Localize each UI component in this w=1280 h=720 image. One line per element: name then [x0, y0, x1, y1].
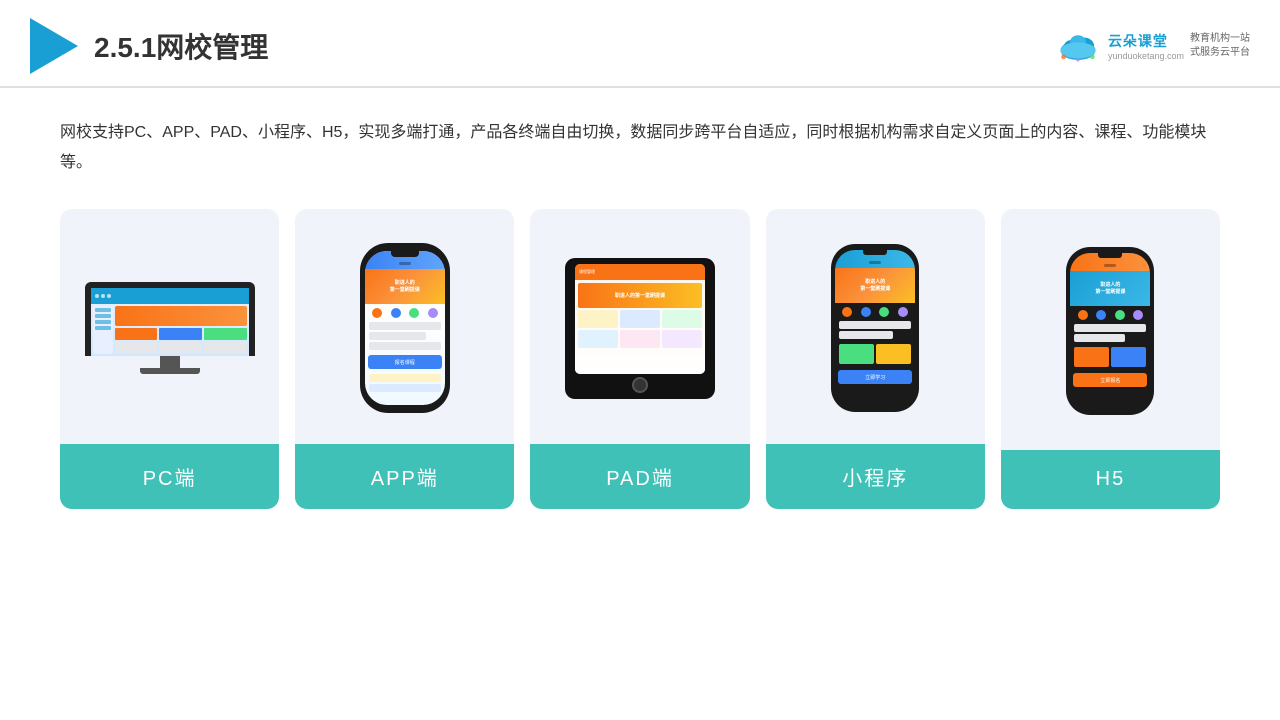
miniapp-list: [835, 319, 915, 341]
header-right: 云朵课堂 yunduoketang.com 教育机构一站 式服务云平台: [1054, 28, 1250, 64]
app-card: 职进人的第一堂刷提课: [295, 209, 514, 509]
miniapp-card-2: [876, 344, 911, 364]
description-text: 网校支持PC、APP、PAD、小程序、H5，实现多端打通，产品各终端自由切换，数…: [60, 118, 1220, 179]
phone-screen: 职进人的第一堂刷提课: [365, 251, 445, 405]
pc-stand: [160, 356, 180, 368]
play-icon: [30, 18, 78, 74]
page-title: 2.5.1网校管理: [94, 26, 268, 66]
miniapp-notch: [863, 250, 887, 255]
pad-banner: 职进人的第一堂刷提课: [578, 283, 702, 308]
h5-notch: [1098, 253, 1122, 258]
pc-main: [115, 306, 247, 354]
h5-icons: [1070, 306, 1150, 322]
phone-notch: [391, 251, 419, 257]
pad-cards: [578, 310, 702, 328]
phone-list: [365, 320, 445, 352]
miniapp-label: 小程序: [766, 444, 985, 509]
miniapp-card: 职进人的第一堂刷提课: [766, 209, 985, 509]
main-content: 网校支持PC、APP、PAD、小程序、H5，实现多端打通，产品各终端自由切换，数…: [0, 88, 1280, 529]
device-cards: PC端 职进人的第一堂刷提课: [60, 209, 1220, 509]
h5-card: 职进人的第一堂刷提课: [1001, 209, 1220, 509]
logo-url: yunduoketang.com: [1108, 51, 1184, 61]
h5-preview: 职进人的第一堂刷提课: [1001, 209, 1220, 450]
h5-card-1: [1074, 347, 1109, 367]
pc-dot-1: [95, 294, 99, 298]
cloud-icon: [1054, 28, 1102, 64]
h5-label: H5: [1001, 450, 1220, 509]
miniapp-preview: 职进人的第一堂刷提课: [766, 209, 985, 444]
pc-screen-frame: [85, 282, 255, 356]
miniapp-icons: [835, 303, 915, 319]
miniapp-cta: 立即学习: [838, 370, 912, 384]
logo-tagline: 教育机构一站 式服务云平台: [1190, 32, 1250, 60]
h5-mockup: 职进人的第一堂刷提课: [1066, 247, 1154, 415]
pc-card: PC端: [60, 209, 279, 509]
header-left: 2.5.1网校管理: [30, 18, 268, 74]
phone-icons: [365, 304, 445, 320]
pc-banner: [115, 306, 247, 326]
pc-dot-2: [101, 294, 105, 298]
miniapp-content: 职进人的第一堂刷提课: [835, 250, 915, 387]
pc-base: [140, 368, 200, 374]
h5-screen: 职进人的第一堂刷提课: [1070, 253, 1150, 409]
pad-preview: 课程管理 职进人的第一堂刷提课: [530, 209, 749, 444]
logo-text: 云朵课堂 yunduoketang.com: [1108, 31, 1184, 61]
pc-preview: [60, 209, 279, 444]
pad-mockup: 课程管理 职进人的第一堂刷提课: [565, 258, 715, 399]
app-preview: 职进人的第一堂刷提课: [295, 209, 514, 444]
h5-list: [1070, 322, 1150, 344]
pad-card: 课程管理 职进人的第一堂刷提课: [530, 209, 749, 509]
phone-cta: 报名课程: [368, 355, 442, 369]
pc-dot-3: [107, 294, 111, 298]
brand-logo: 云朵课堂 yunduoketang.com 教育机构一站 式服务云平台: [1054, 28, 1250, 64]
h5-card-2: [1111, 347, 1146, 367]
phone-mockup: 职进人的第一堂刷提课: [360, 243, 450, 413]
h5-content: 职进人的第一堂刷提课: [1070, 253, 1150, 390]
pad-body: 职进人的第一堂刷提课: [575, 280, 705, 374]
pad-content: 课程管理 职进人的第一堂刷提课: [575, 264, 705, 374]
pc-screen-header: [91, 288, 249, 304]
pc-mockup: [85, 282, 255, 374]
pad-home-button: [632, 377, 648, 393]
pad-screen: 课程管理 职进人的第一堂刷提课: [575, 264, 705, 374]
h5-banner: 职进人的第一堂刷提课: [1070, 271, 1150, 306]
miniapp-mockup: 职进人的第一堂刷提课: [831, 244, 919, 412]
header: 2.5.1网校管理 云朵课堂 yunduoketang.com 教育机构一站 式…: [0, 0, 1280, 88]
pc-sidebar: [93, 306, 113, 354]
miniapp-card-1: [839, 344, 874, 364]
app-label: APP端: [295, 444, 514, 509]
pc-label: PC端: [60, 444, 279, 509]
h5-cta: 立即报名: [1073, 373, 1147, 387]
miniapp-screen: 职进人的第一堂刷提课: [835, 250, 915, 406]
phone-banner: 职进人的第一堂刷提课: [365, 269, 445, 304]
logo-name: 云朵课堂: [1108, 31, 1168, 51]
pad-header: 课程管理: [575, 264, 705, 280]
pc-body: [91, 304, 249, 356]
pc-cards: [115, 328, 247, 340]
pad-label: PAD端: [530, 444, 749, 509]
miniapp-banner: 职进人的第一堂刷提课: [835, 268, 915, 303]
pc-screen: [91, 288, 249, 356]
phone-content: 职进人的第一堂刷提课: [365, 251, 445, 394]
